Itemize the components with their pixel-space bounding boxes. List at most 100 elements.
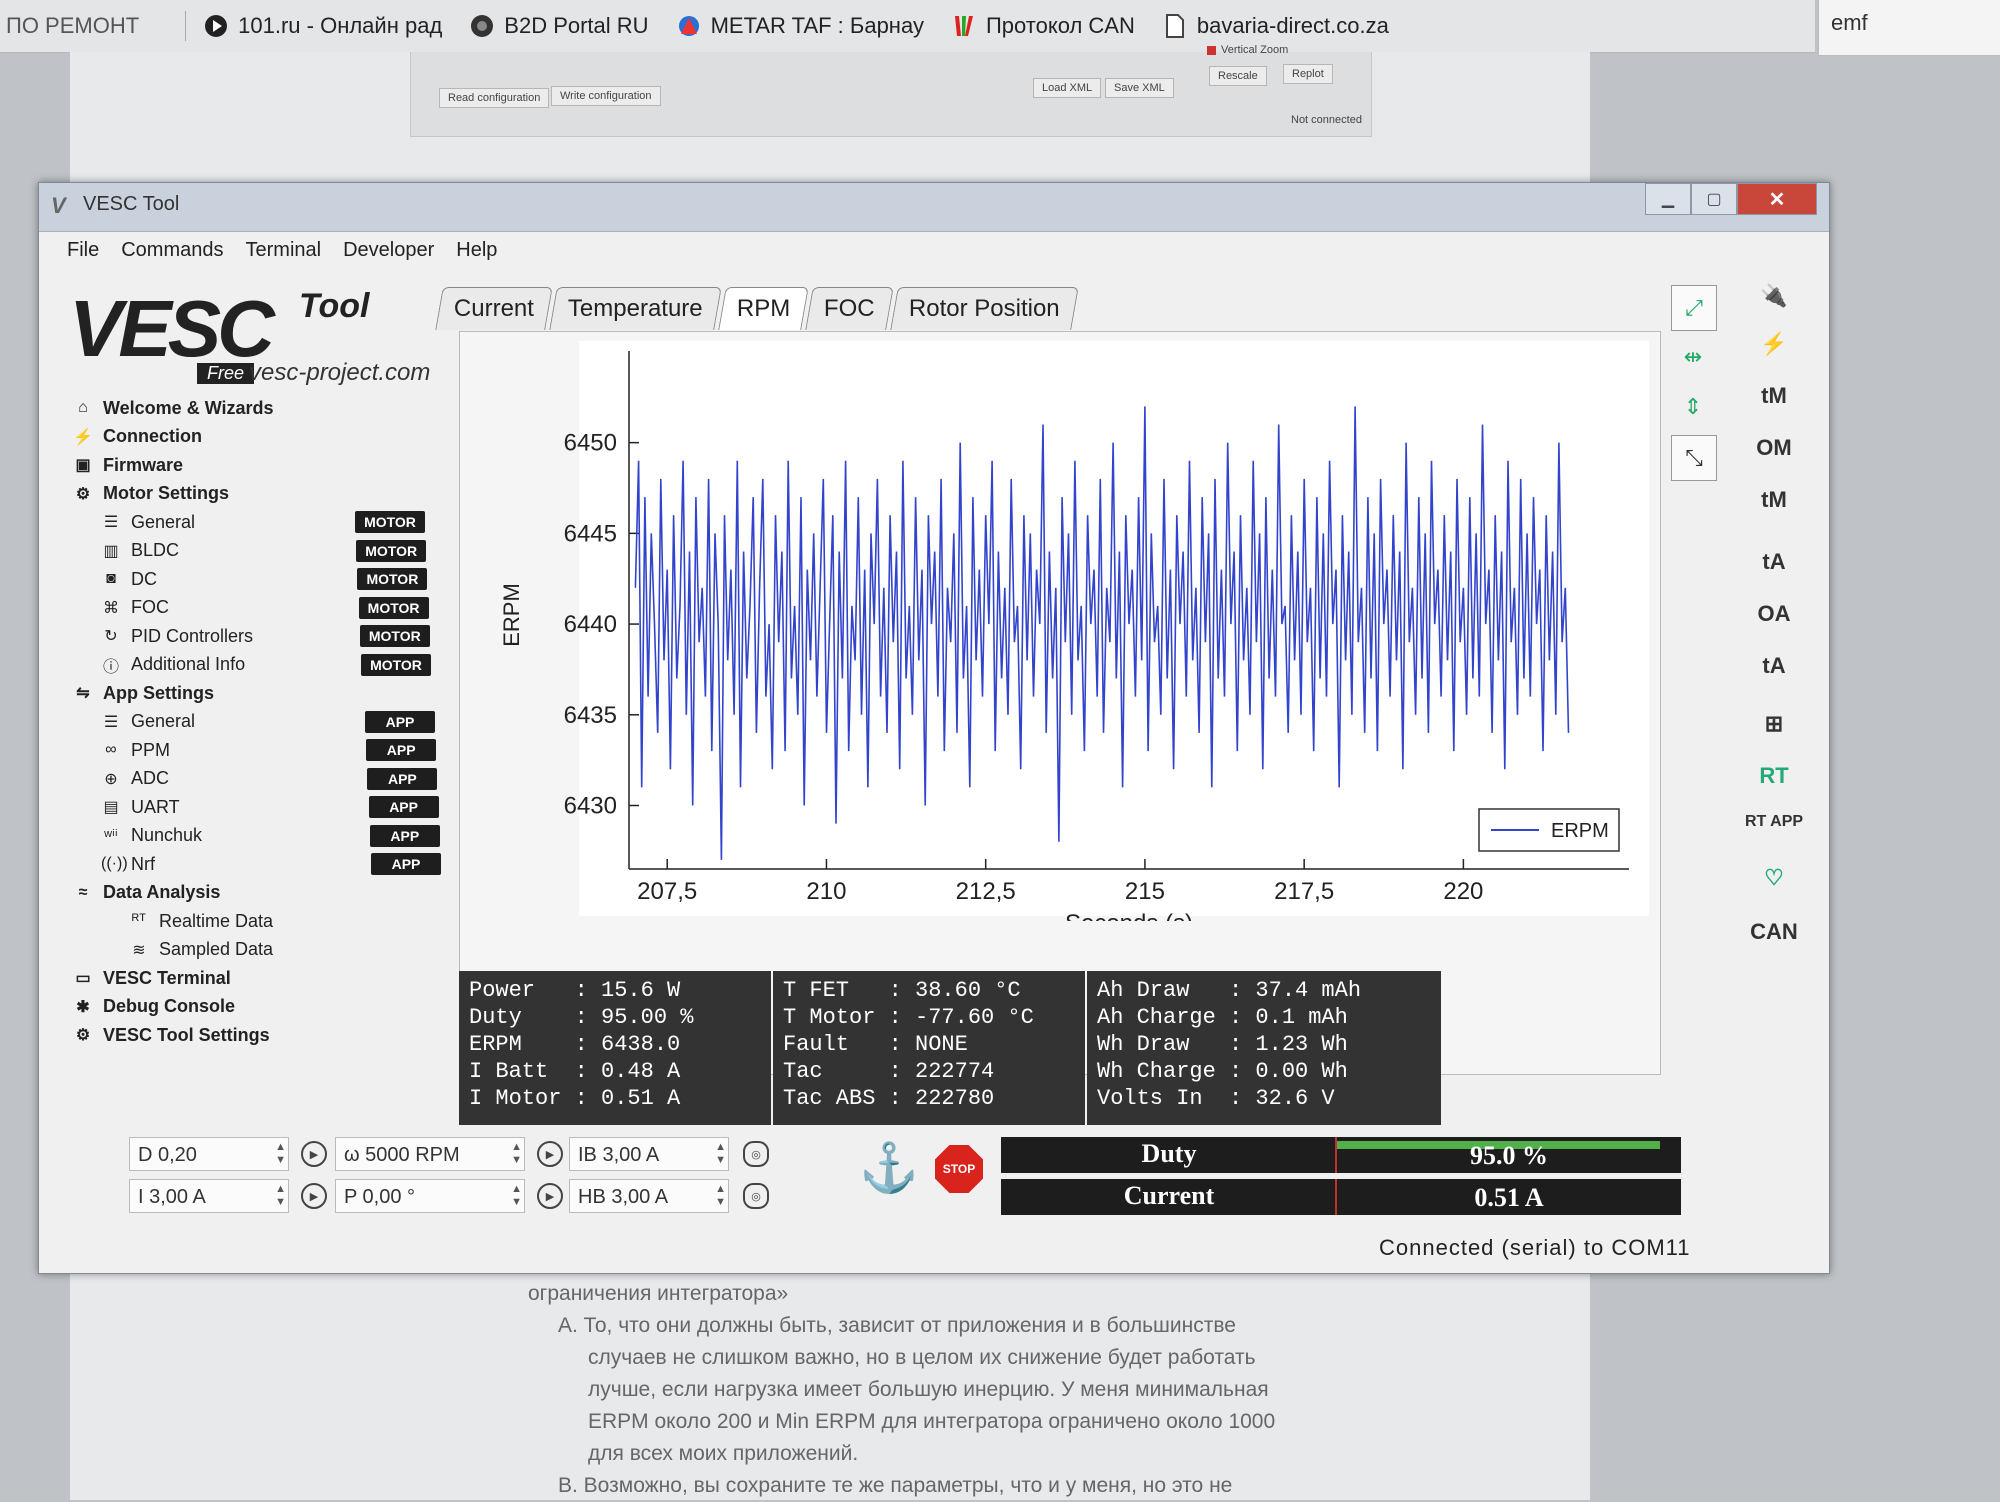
write-motor-config-button[interactable]: tM [1739, 487, 1809, 513]
position-input[interactable]: P 0,00 ° ▲ ▼ [335, 1179, 525, 1213]
duty-input[interactable]: D 0,20 ▲ ▼ [129, 1137, 289, 1171]
can-forward-button[interactable]: CAN [1739, 919, 1809, 945]
menu-help[interactable]: Help [456, 239, 497, 262]
bug-icon: ✱ [76, 998, 90, 1016]
sidebar-item-vesc-terminal[interactable]: ▭ VESC Terminal [73, 965, 230, 991]
sidebar-item-nrf[interactable]: ((·)) Nrf [101, 851, 155, 877]
bookmark-repair[interactable]: ПО РЕМОНТ [0, 13, 139, 39]
rpm-run-button[interactable]: ▶ [537, 1141, 563, 1167]
sidebar-item-realtime-data[interactable]: ᴿᵀ Realtime Data [129, 908, 273, 934]
spinner-arrows-icon[interactable]: ▲ ▼ [715, 1141, 726, 1167]
sidebar-item-uart[interactable]: ▤ UART [101, 794, 179, 820]
menu-file[interactable]: File [67, 239, 99, 262]
sidebar-item-general[interactable]: ☰ General [101, 709, 195, 735]
tab-current[interactable]: Current [435, 287, 553, 330]
current-input[interactable]: I 3,00 A ▲ ▼ [129, 1179, 289, 1213]
minimize-button[interactable]: ▁ [1645, 183, 1691, 215]
horizontal-zoom-button[interactable]: ⇹ [1671, 335, 1715, 379]
sidebar-item-adc[interactable]: ⊕ ADC [101, 766, 169, 792]
sidebar-item-firmware[interactable]: ▣ Firmware [73, 452, 183, 478]
spinner-arrows-icon[interactable]: ▲ ▼ [511, 1141, 522, 1167]
disconnect-button[interactable]: ⚡ [1739, 331, 1809, 357]
erpm-chart[interactable]: 6430 6435 6440 6445 6450 207,5 210 212,5 215 217,… [459, 331, 1659, 921]
keepalive-button[interactable]: ♡ [1739, 865, 1809, 891]
sidebar-item-connection[interactable]: ⚡ Connection [73, 424, 202, 450]
vertical-zoom-button[interactable]: ⇕ [1671, 385, 1715, 429]
handbrake-input[interactable]: HB 3,00 A ▲ ▼ [569, 1179, 729, 1213]
bookmark-bavaria[interactable]: bavaria-direct.co.za [1163, 13, 1389, 39]
app-icon: V [51, 193, 66, 218]
handbrake-run-button[interactable]: ◎ [743, 1183, 769, 1209]
tab-emf[interactable]: emf [1818, 0, 2000, 56]
realtime-app-button[interactable]: RT APP [1739, 813, 1809, 831]
duty-run-button[interactable]: ▶ [301, 1141, 327, 1167]
play-icon: ▶ [545, 1148, 555, 1161]
network-button[interactable]: ⊞ [1739, 711, 1809, 737]
write-app-config-button[interactable]: tA [1739, 653, 1809, 679]
logo-tool: Tool [299, 287, 370, 325]
spinner-arrows-icon[interactable]: ▲ ▼ [715, 1183, 726, 1209]
tab-rotor-position[interactable]: Rotor Position [889, 287, 1079, 330]
terminal-icon: ▭ [75, 970, 91, 987]
position-run-button[interactable]: ▶ [537, 1183, 563, 1209]
sidebar-item-pid-controllers[interactable]: ↻ PID Controllers [101, 623, 253, 649]
rescale-plot-button[interactable]: ⤡ [1671, 435, 1717, 481]
realtime-button[interactable]: RT [1739, 763, 1809, 789]
close-button[interactable]: ✕ [1737, 183, 1817, 215]
sidebar-item-bldc[interactable]: ▥ BLDC [101, 538, 179, 564]
sidebar-item-ppm[interactable]: ∞ PPM [101, 737, 170, 763]
maximize-button[interactable]: ▢ [1691, 183, 1737, 215]
brake-current-input[interactable]: IB 3,00 A ▲ ▼ [569, 1137, 729, 1171]
menu-terminal[interactable]: Terminal [246, 239, 322, 262]
load-xml-button[interactable]: Load XML [1033, 78, 1102, 98]
bookmark-can[interactable]: Протокол CAN [952, 13, 1135, 39]
sidebar-item-additional-info[interactable]: ⓘ Additional Info [101, 652, 245, 678]
x-axis-label: Seconds (s) [1065, 910, 1193, 921]
title-bar[interactable]: V VESC Tool ▁ ▢ ✕ [39, 183, 1829, 232]
stop-button[interactable]: STOP [935, 1145, 983, 1193]
menu-developer[interactable]: Developer [343, 239, 434, 262]
read-config-button[interactable]: Read configuration [439, 88, 550, 108]
spinner-arrows-icon[interactable]: ▲ ▼ [275, 1141, 286, 1167]
sidebar-item-motor-settings[interactable]: ⚙ Motor Settings [73, 481, 229, 507]
sidebar-item-general[interactable]: ☰ General [101, 509, 195, 535]
sidebar-item-debug-console[interactable]: ✱ Debug Console [73, 994, 235, 1020]
sidebar-item-data-analysis[interactable]: ≈ Data Analysis [73, 880, 221, 906]
menu-commands[interactable]: Commands [121, 239, 223, 262]
tab-rpm[interactable]: RPM [717, 287, 809, 330]
vertical-zoom-checkbox[interactable]: Vertical Zoom [1207, 44, 1288, 56]
sidebar-item-welcome-wizards[interactable]: ⌂ Welcome & Wizards [73, 395, 273, 421]
bookmark-101ru[interactable]: 101.ru - Онлайн рад [204, 13, 442, 39]
sidebar-item-dc[interactable]: ◙ DC [101, 566, 157, 592]
read-app-config-button[interactable]: tA [1739, 549, 1809, 575]
brake-run-button[interactable]: ◎ [743, 1141, 769, 1167]
sidebar-item-app-settings[interactable]: ⇋ App Settings [73, 680, 214, 706]
bookmark-metar[interactable]: METAR TAF : Барнау [677, 13, 924, 39]
save-xml-button[interactable]: Save XML [1105, 78, 1174, 98]
sidebar-item-vesc-tool-settings[interactable]: ⚙ VESC Tool Settings [73, 1022, 270, 1048]
read-default-app-button[interactable]: OA [1739, 601, 1809, 627]
anchor-button[interactable]: ⚓ [859, 1139, 919, 1196]
bookmark-b2d[interactable]: B2D Portal RU [470, 13, 649, 39]
rt-icon: RT [1759, 763, 1789, 788]
read-default-motor-button[interactable]: OM [1739, 435, 1809, 461]
spinner-arrows-icon[interactable]: ▲ ▼ [511, 1183, 522, 1209]
sidebar-item-nunchuk[interactable]: ʷⁱⁱ Nunchuk [101, 823, 202, 849]
sidebar-item-foc[interactable]: ⌘ FOC [101, 595, 169, 621]
app-badge: APP [365, 710, 435, 733]
zoom-fit-button[interactable]: ⤢ [1671, 285, 1717, 331]
rescale-button[interactable]: Rescale [1209, 66, 1267, 86]
replot-button[interactable]: Replot [1283, 64, 1333, 84]
rpm-input[interactable]: ω 5000 RPM ▲ ▼ [335, 1137, 525, 1171]
connect-button[interactable]: 🔌 [1739, 283, 1809, 309]
logo-url: vesc-project.com [249, 359, 431, 386]
sidebar-item-sampled-data[interactable]: ≋ Sampled Data [129, 937, 273, 963]
vertical-zoom-label: Vertical Zoom [1221, 44, 1289, 56]
spinner-arrows-icon[interactable]: ▲ ▼ [275, 1183, 286, 1209]
tab-foc[interactable]: FOC [805, 287, 894, 330]
read-motor-config-button[interactable]: tM [1739, 383, 1809, 409]
motor-badge: MOTOR [357, 568, 428, 590]
tab-temperature[interactable]: Temperature [549, 287, 722, 330]
write-config-button[interactable]: Write configuration [551, 86, 661, 106]
current-run-button[interactable]: ▶ [301, 1183, 327, 1209]
